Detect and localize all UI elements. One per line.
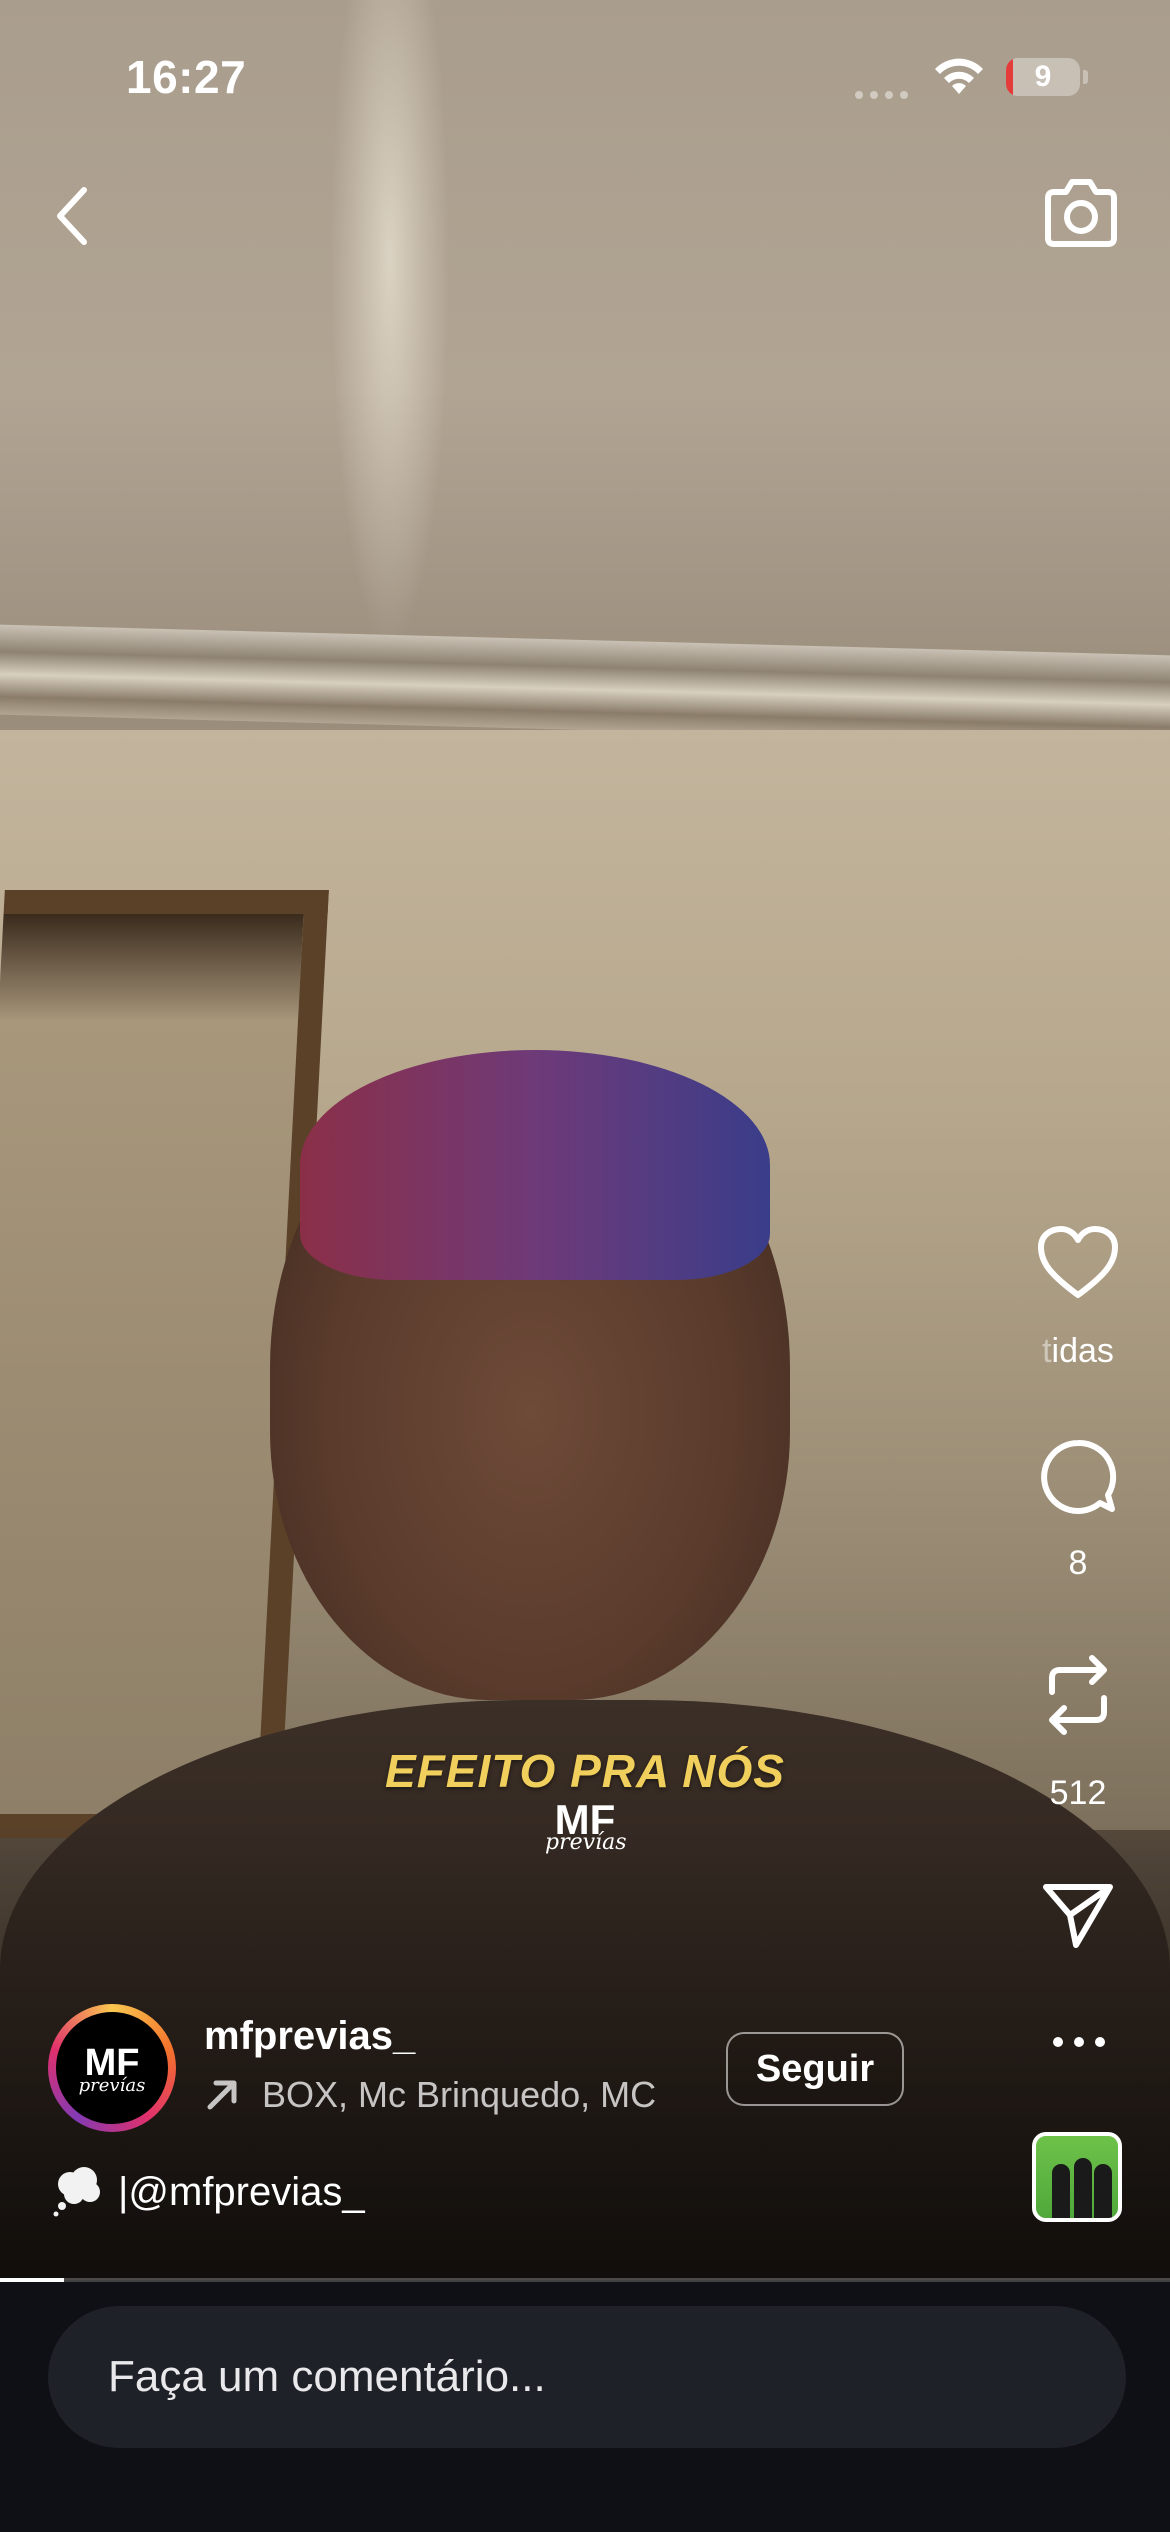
follow-button[interactable]: Seguir [726,2032,904,2106]
camera-icon[interactable] [1040,176,1122,250]
repost-icon [1049,1655,1107,1735]
status-time: 16:27 [126,51,247,103]
comment-icon [1041,1439,1117,1514]
audio-attribution[interactable]: BOX, Mc Brinquedo, MC [204,2074,694,2118]
comment-input[interactable]: Faça um comentário... [48,2306,1126,2448]
wifi-icon [935,58,983,94]
avatar[interactable]: MF prevías [56,2012,168,2124]
repost-count: 512 [1049,1774,1107,1812]
heart-icon [1038,1226,1118,1298]
comment-button[interactable] [1028,1432,1128,1522]
avatar-logo-sub: prevías [78,2075,146,2096]
more-horizontal-icon[interactable] [1044,2022,1114,2062]
repost-button[interactable] [1028,1650,1128,1740]
chevron-left-icon[interactable] [44,176,100,256]
watermark-logo-sub: prevías [545,1830,627,1855]
battery-level: 9 [1034,60,1052,93]
send-icon [1043,1884,1113,1948]
arrow-up-right-icon [207,2080,237,2110]
person-hair [300,1050,770,1280]
audio-label: BOX, Mc Brinquedo, MC [262,2074,657,2115]
post-caption[interactable]: |@mfprevias_ [118,2170,365,2215]
comment-count: 8 [1068,1544,1088,1582]
light-streak [330,0,450,650]
username-link[interactable]: mfprevias_ [204,2014,415,2059]
audio-thumbnail[interactable] [1032,2132,1122,2222]
cellular-signal-icon [855,86,915,99]
video-frame[interactable] [0,0,1170,2280]
like-button[interactable] [1028,1218,1128,1308]
video-caption: EFEITO PRA NÓS [385,1745,785,1797]
share-button[interactable] [1028,1870,1128,1960]
thought-balloon-icon [53,2167,100,2217]
like-count: tidas [1042,1332,1114,1370]
battery-indicator: 9 [1006,58,1090,96]
watermark-logo: MF prevías [545,1799,627,1870]
